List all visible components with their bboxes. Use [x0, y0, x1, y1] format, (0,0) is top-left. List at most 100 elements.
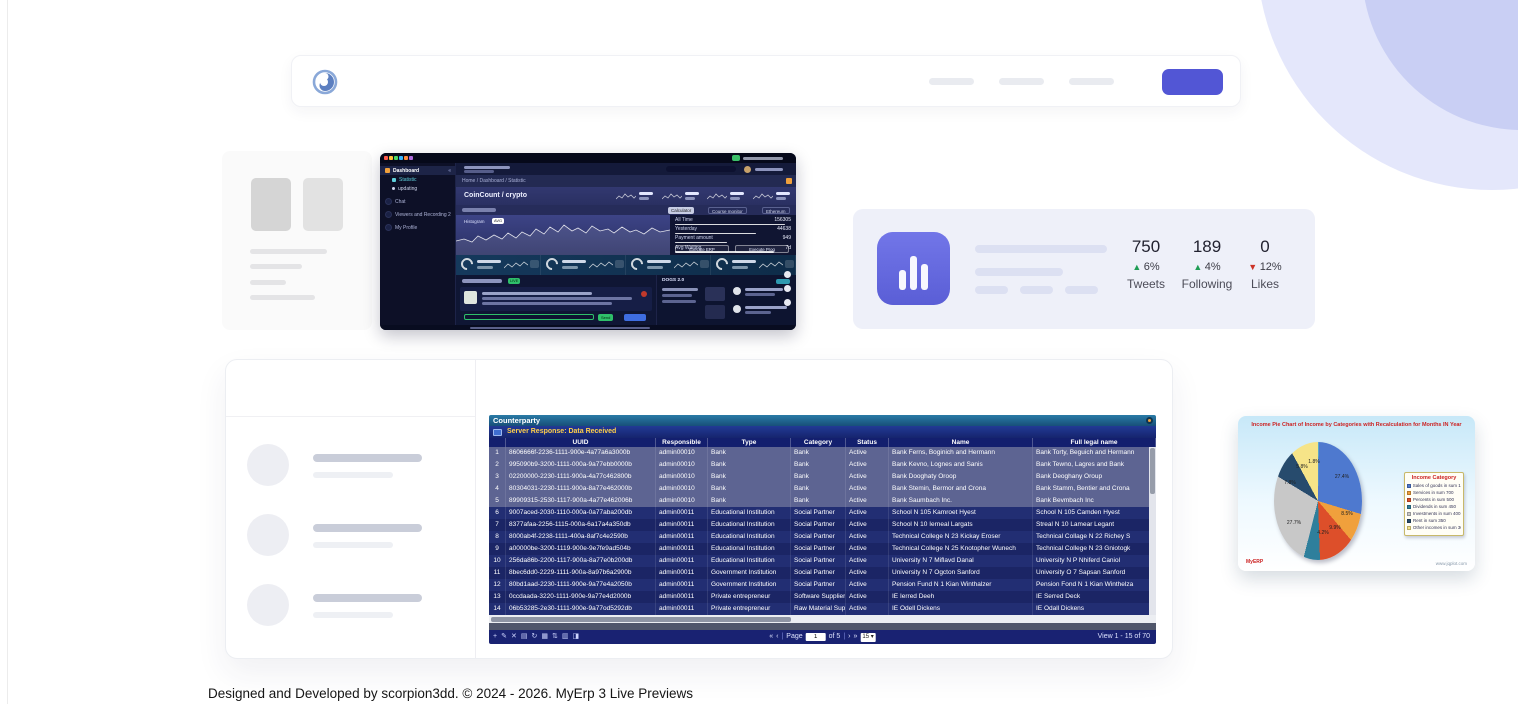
sidebar-item-statistic[interactable]: Statistic	[380, 175, 455, 184]
send-button[interactable]: Send	[598, 314, 613, 321]
grid-row[interactable]: 480304031-2230-1111-900a-8a77e462000badm…	[489, 483, 1156, 495]
mini-stat-value-bar	[685, 192, 699, 195]
view-record-icon[interactable]: ▤	[521, 630, 528, 644]
sidebar-item-updating[interactable]: updating	[380, 184, 455, 193]
grid-cell: 995090b9-3200-1111-000a-9a77ebb0000b	[506, 459, 656, 471]
brand-logo-icon	[310, 67, 340, 97]
grid-settings-icon[interactable]	[1146, 417, 1153, 424]
first-page-button[interactable]: «	[769, 630, 773, 644]
execute-button-0[interactable]: Execute ERP	[675, 245, 729, 253]
dashboard-tab-calculator[interactable]: Calculator	[668, 207, 694, 214]
export-csv-icon[interactable]: ▥	[562, 630, 569, 644]
collapse-icon[interactable]: «	[448, 168, 451, 174]
page-number-input[interactable]	[806, 633, 826, 641]
side-card-avatar	[733, 305, 741, 313]
sidebar-item-dashboard[interactable]: Dashboard«	[380, 166, 455, 175]
col-status[interactable]: Status	[846, 438, 889, 447]
dashboard-tab-course-monitor[interactable]: Course monitor	[708, 207, 747, 214]
sidebar-item-chat[interactable]: Chat	[380, 197, 455, 206]
stat-progress-bar	[675, 224, 785, 226]
legend-swatch	[1407, 512, 1411, 516]
col-type[interactable]: Type	[708, 438, 791, 447]
last-page-button[interactable]: »	[854, 630, 858, 644]
grid-row[interactable]: 9a00000be-3200-1119-900e-9e7fe9ad504badm…	[489, 543, 1156, 555]
col-full-legal-name[interactable]: Full legal name	[1033, 438, 1156, 447]
dashboard-preview[interactable]: Home / Dashboard / Statistic CoinCount /…	[380, 153, 796, 330]
grid-row[interactable]: 10256da86b-2200-1117-900a-8a77e0b200dbad…	[489, 555, 1156, 567]
dashboard-fab-button[interactable]	[784, 299, 791, 306]
page-size-select[interactable]: 15 ▾	[860, 633, 875, 642]
side-thumb	[705, 305, 725, 319]
grid-row[interactable]: 1280bd1aad-2230-1111-900e-9a77e4a2050bad…	[489, 579, 1156, 591]
grid-cell: 3	[489, 471, 506, 483]
sidebar-item-my-profile[interactable]: My Profile	[380, 223, 455, 232]
export-xls-icon[interactable]: ◨	[572, 630, 579, 644]
grid-cell: Active	[846, 543, 889, 555]
col-rownumber[interactable]	[489, 438, 506, 447]
pager-separator: |	[781, 630, 783, 644]
grid-pagination: « ‹ | Page of 5 | › » 15 ▾	[769, 630, 876, 644]
nav-link-placeholder-1[interactable]	[929, 78, 974, 85]
grid-row[interactable]: 2995090b9-3200-1111-000a-9a77ebb0000badm…	[489, 459, 1156, 471]
col-name[interactable]: Name	[889, 438, 1033, 447]
mini-stat-value-bar	[639, 192, 653, 195]
secondary-button[interactable]	[624, 314, 646, 321]
dashboard-tab-ethereum[interactable]: Ethereum	[762, 207, 790, 214]
grid-cell: Bank Torty, Beguich and Hermann	[1033, 447, 1156, 459]
grid-row[interactable]: 118bec6dd0-2229-1111-900a-8a97b6a2900bad…	[489, 567, 1156, 579]
dashboard-fab-button[interactable]	[784, 285, 791, 292]
next-page-button[interactable]: ›	[848, 630, 850, 644]
col-category[interactable]: Category	[791, 438, 846, 447]
columns-icon[interactable]: ▦	[541, 630, 548, 644]
grid-row[interactable]: 18606666f-2236-1111-900e-4a77a6a3000badm…	[489, 447, 1156, 459]
grid-title-bar[interactable]: Counterparty	[489, 415, 1156, 426]
mini-stat-sub-bar	[730, 197, 740, 200]
content-card: Counterparty Server Response: Data Recei…	[225, 359, 1173, 659]
breadcrumb-action-icon[interactable]	[786, 178, 792, 184]
grid-horizontal-scrollbar[interactable]	[489, 615, 1156, 623]
legend-label: Percents in sum 500	[1413, 497, 1454, 502]
stat-row-1: Yesterday44638	[675, 226, 791, 235]
feed-message-card[interactable]	[460, 287, 652, 311]
delete-record-icon[interactable]: ✕	[511, 630, 517, 644]
sidebar-item-viewers-and-recording-2[interactable]: Viewers and Recording 2	[380, 210, 455, 219]
edit-record-icon[interactable]: ✎	[501, 630, 507, 644]
nav-link-placeholder-3[interactable]	[1069, 78, 1114, 85]
stat-row-value: 949	[783, 235, 791, 241]
menu-circle-icon	[385, 198, 392, 205]
stat-column-likes: 0▼ 12%Likes	[1237, 237, 1293, 291]
col-responsible[interactable]: Responsible	[656, 438, 708, 447]
arrow-up-icon: ▲	[1193, 262, 1204, 272]
stat-row-label: Payment amount	[675, 235, 713, 241]
grid-row[interactable]: 88000ab4f-2238-1111-400a-8af7c4e2590badm…	[489, 531, 1156, 543]
grid-row[interactable]: 589909315-2530-1117-900a-4a77e462006badm…	[489, 495, 1156, 507]
pie-legend-item: Rent in sum 350	[1407, 517, 1461, 524]
grid-row[interactable]: 130ccdaada-3220-1111-900e-9a77e4d2000bad…	[489, 591, 1156, 603]
gauge-sub-bar	[477, 266, 493, 269]
signin-button[interactable]	[1162, 69, 1223, 95]
grid-vertical-scrollbar[interactable]	[1149, 447, 1156, 615]
sort-icon[interactable]: ⇅	[552, 630, 558, 644]
grid-cell: Active	[846, 531, 889, 543]
refresh-icon[interactable]: ↻	[531, 630, 537, 644]
side-panel-toggle[interactable]	[776, 279, 790, 284]
col-uuid[interactable]: UUID	[506, 438, 656, 447]
dashboard-fab-button[interactable]	[784, 271, 791, 278]
pie-chart-card[interactable]: Income Pie Chart of Income by Categories…	[1238, 416, 1475, 571]
dashboard-search-input[interactable]	[666, 166, 736, 172]
list-item-line-primary	[313, 524, 422, 532]
grid-row[interactable]: 1406b53285-2e30-1111-900e-9a77od5292dbad…	[489, 603, 1156, 615]
pager-separator: |	[843, 630, 845, 644]
dashboard-side-panel: DOGS 2.0	[656, 275, 796, 325]
grid-row[interactable]: 69007aced-2030-1110-000a-0a77aba200dbadm…	[489, 507, 1156, 519]
grid-row[interactable]: 78377afaa-2256-1115-000a-6a17a4a350dbadm…	[489, 519, 1156, 531]
feed-input[interactable]	[464, 314, 594, 320]
grid-cell: Private entrepreneur	[708, 591, 791, 603]
add-record-icon[interactable]: +	[493, 630, 497, 644]
legend-label: Sales of goods in sum 1500	[1413, 483, 1461, 488]
nav-link-placeholder-2[interactable]	[999, 78, 1044, 85]
grid-row[interactable]: 302200000-2230-1111-900a-4a77c462800badm…	[489, 471, 1156, 483]
grid-cell: Educational Institution	[708, 507, 791, 519]
execute-button-1[interactable]: Execute Prog	[735, 245, 789, 253]
prev-page-button[interactable]: ‹	[776, 630, 778, 644]
